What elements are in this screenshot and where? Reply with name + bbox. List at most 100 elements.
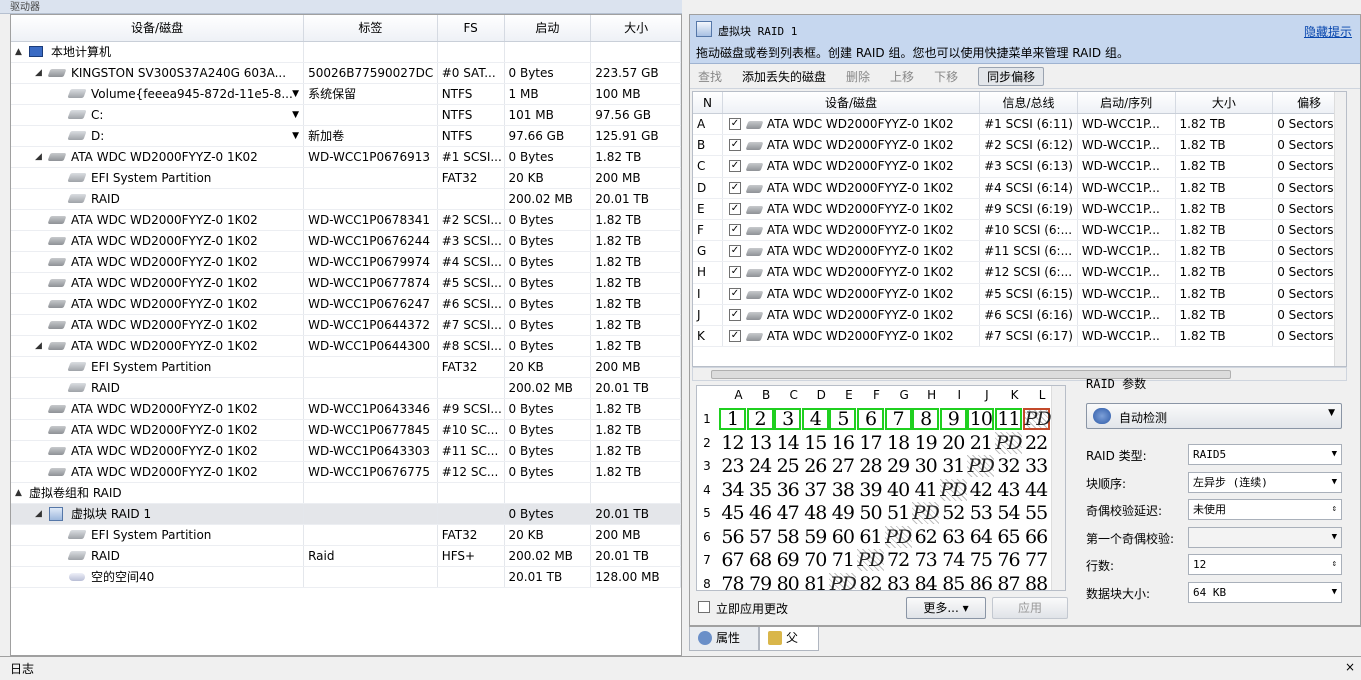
matrix-block-cell[interactable]: 50 [857,502,884,524]
matrix-block-cell[interactable]: 47 [774,502,801,524]
disk-enable-checkbox[interactable]: ✓ [728,329,741,342]
toolbar-button-4[interactable]: 下移 [934,68,958,85]
disk-enable-checkbox[interactable]: ✓ [728,223,741,236]
matrix-block-cell[interactable]: 56 [719,526,746,548]
chevron-down-icon[interactable]: ▼ [292,84,299,104]
raid-disk-row[interactable]: K ✓ ATA WDC WD2000FYYZ-0 1K02 #7 SCSI (6:17… [693,325,1346,348]
panel-splitter[interactable] [682,0,689,656]
matrix-parity-cell[interactable]: PD [829,572,857,590]
tab-properties[interactable]: 属性 [689,627,759,651]
hide-hint-link[interactable]: 隐藏提示 [1304,23,1352,40]
matrix-block-cell[interactable]: 83 [885,573,912,591]
matrix-block-cell[interactable]: 46 [747,502,774,524]
raid-disk-grid[interactable]: N 设备/磁盘 信息/总线 启动/序列 大小 偏移 A ✓ ATA WDC WD20… [692,91,1347,367]
matrix-block-cell[interactable]: 11 [995,408,1022,430]
disk-enable-checkbox[interactable]: ✓ [728,139,741,152]
chevron-down-icon[interactable]: ▼ [292,126,299,146]
matrix-block-cell[interactable]: 54 [995,502,1022,524]
column-header-fs[interactable]: FS [438,15,505,41]
matrix-block-cell[interactable]: 20 [940,432,967,454]
matrix-block-cell[interactable]: 32 [995,455,1022,477]
matrix-block-cell[interactable]: 15 [802,432,829,454]
matrix-block-cell[interactable]: 33 [1023,455,1050,477]
matrix-block-cell[interactable]: 23 [719,455,746,477]
disk-enable-checkbox[interactable]: ✓ [728,287,741,300]
raid-param-dropdown[interactable]: 64 KB ▼ [1188,581,1342,603]
tree-row[interactable]: ◢ ATA WDC WD2000FYYZ-0 1K02 WD-WCC1P067691… [11,147,681,168]
matrix-block-cell[interactable]: 58 [774,526,801,548]
matrix-block-cell[interactable]: 4 [801,408,829,430]
matrix-block-cell[interactable]: 73 [912,549,939,571]
chevron-down-icon[interactable]: ▼ [1332,583,1337,602]
chevron-down-icon[interactable]: ▼ [1332,445,1337,464]
chevron-down-icon[interactable]: ▼ [1328,408,1335,418]
matrix-block-cell[interactable]: 52 [940,502,967,524]
matrix-block-cell[interactable]: 60 [829,526,856,548]
matrix-parity-cell[interactable]: PD [967,455,995,477]
matrix-block-cell[interactable]: 37 [802,479,829,501]
raid-param-spinbox[interactable]: 未使用 ⇕ [1188,499,1342,520]
matrix-block-cell[interactable]: 65 [995,526,1022,548]
tree-row[interactable]: ▲ 本地计算机 [11,42,681,63]
tree-row[interactable]: ATA WDC WD2000FYYZ-0 1K02 WD-WCC1P0676244… [11,231,681,252]
tree-row[interactable]: 空的空间40 20.01 TB 128.00 MB [11,567,681,588]
matrix-block-cell[interactable]: 66 [1023,526,1050,548]
matrix-block-cell[interactable]: 3 [774,408,802,430]
tree-row[interactable]: ATA WDC WD2000FYYZ-0 1K02 WD-WCC1P0643303… [11,441,681,462]
raid-disk-row[interactable]: C ✓ ATA WDC WD2000FYYZ-0 1K02 #3 SCSI (6:13… [693,156,1346,178]
tree-row[interactable]: RAID Raid HFS+ 200.02 MB 20.01 TB [11,546,681,567]
matrix-block-cell[interactable]: 10 [967,408,995,430]
matrix-block-cell[interactable]: 84 [912,573,939,591]
raid-disk-row[interactable]: H ✓ ATA WDC WD2000FYYZ-0 1K02 #12 SCSI (6:.… [693,262,1346,284]
raid-disk-row[interactable]: A ✓ ATA WDC WD2000FYYZ-0 1K02 #1 SCSI (6:11… [693,114,1346,136]
matrix-block-cell[interactable]: 72 [885,549,912,571]
matrix-block-cell[interactable]: 44 [1023,479,1050,501]
tree-row[interactable]: Volume{feeea945-872d-11e5-8... ▼ 系统保留 NTFS 1… [11,84,681,105]
column-header-serial[interactable]: 启动/序列 [1078,92,1176,113]
drives-tree-panel[interactable]: 设备/磁盘 标签 FS 启动 大小 ▲ 本地计算机 ◢ KINGSTON SV300S… [10,14,682,656]
chevron-down-icon[interactable]: ▼ [292,105,299,125]
matrix-parity-cell[interactable]: PD [1022,408,1052,430]
tree-row[interactable]: ATA WDC WD2000FYYZ-0 1K02 WD-WCC1P0643346… [11,399,681,420]
matrix-block-cell[interactable]: 70 [802,549,829,571]
matrix-block-cell[interactable]: 8 [912,408,940,430]
matrix-parity-cell[interactable]: PD [939,478,967,501]
tree-row[interactable]: EFI System Partition FAT32 20 KB 200 MB [11,168,681,189]
toolbar-button-3[interactable]: 上移 [890,68,914,85]
disk-enable-checkbox[interactable]: ✓ [728,118,741,130]
matrix-parity-cell[interactable]: PD [995,431,1023,454]
matrix-block-cell[interactable]: 45 [719,502,746,524]
matrix-block-cell[interactable]: 85 [940,573,967,591]
matrix-block-cell[interactable]: 63 [940,526,967,548]
matrix-block-cell[interactable]: 5 [829,408,857,430]
matrix-block-cell[interactable]: 41 [912,479,939,501]
matrix-block-cell[interactable]: 87 [995,573,1022,591]
matrix-block-cell[interactable]: 7 [884,408,912,430]
matrix-block-cell[interactable]: 39 [857,479,884,501]
tree-row[interactable]: ATA WDC WD2000FYYZ-0 1K02 WD-WCC1P0678341… [11,210,681,231]
matrix-block-cell[interactable]: 6 [857,408,884,430]
raid-param-dropdown[interactable]: ▼ [1188,526,1342,548]
expand-toggle-icon[interactable]: ◢ [35,147,42,167]
matrix-block-cell[interactable]: 21 [967,432,994,454]
matrix-block-cell[interactable]: 40 [885,479,912,501]
matrix-block-cell[interactable]: 27 [829,455,856,477]
matrix-block-cell[interactable]: 30 [912,455,939,477]
matrix-block-cell[interactable]: 86 [967,573,994,591]
matrix-block-cell[interactable]: 82 [857,573,884,591]
matrix-block-cell[interactable]: 28 [857,455,884,477]
raid-disk-row[interactable]: I ✓ ATA WDC WD2000FYYZ-0 1K02 #5 SCSI (6:15… [693,283,1346,305]
raid-disk-row[interactable]: G ✓ ATA WDC WD2000FYYZ-0 1K02 #11 SCSI (6:.… [693,241,1346,263]
spin-arrows-icon[interactable]: ⇕ [1332,555,1337,574]
matrix-block-cell[interactable]: 75 [967,549,994,571]
expand-toggle-icon[interactable]: ▲ [15,483,22,503]
matrix-block-cell[interactable]: 77 [1023,549,1050,571]
tree-row[interactable]: ATA WDC WD2000FYYZ-0 1K02 WD-WCC1P0677874… [11,273,681,294]
matrix-block-cell[interactable]: 64 [967,526,994,548]
tree-row[interactable]: D: ▼ 新加卷 NTFS 97.66 GB 125.91 GB [11,126,681,147]
matrix-block-cell[interactable]: 38 [829,479,856,501]
expand-toggle-icon[interactable]: ◢ [35,336,42,356]
chevron-down-icon[interactable]: ▼ [1332,473,1337,492]
toolbar-button-1[interactable]: 添加丢失的磁盘 [742,68,826,85]
column-header-label[interactable]: 标签 [304,15,438,41]
